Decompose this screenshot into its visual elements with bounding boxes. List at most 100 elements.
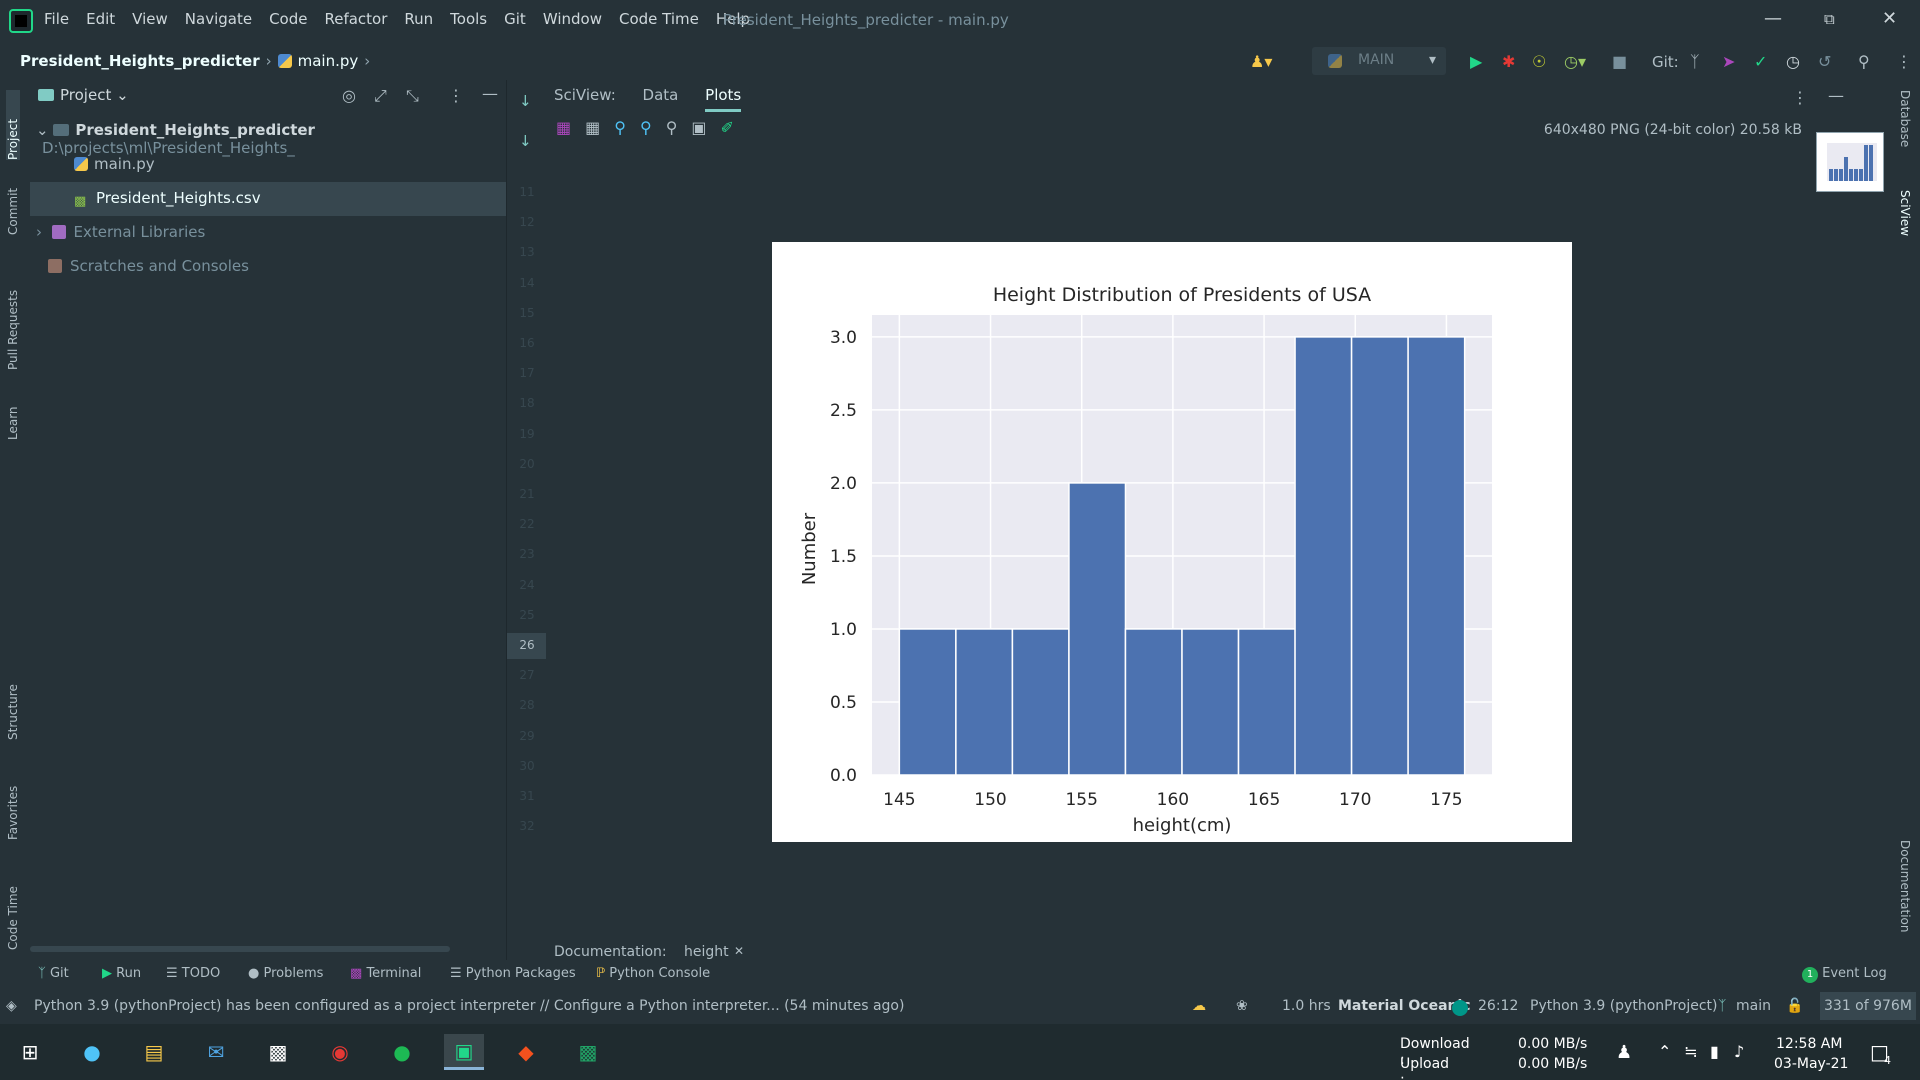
- stop-icon[interactable]: ■: [1612, 52, 1627, 71]
- chevron-down-icon[interactable]: ⌄: [116, 86, 129, 104]
- tab-git[interactable]: ᛉ Git: [38, 966, 69, 981]
- chrome-icon[interactable]: ◉: [320, 1034, 360, 1070]
- expand-all-icon[interactable]: ⤢: [374, 86, 387, 106]
- tab-python-console[interactable]: ℙ Python Console: [596, 966, 710, 981]
- tree-root[interactable]: ⌄ President_Heights_predicter D:\project…: [30, 114, 506, 157]
- chevron-right-icon[interactable]: ›: [36, 223, 42, 241]
- zoom-in-icon[interactable]: ⚲: [614, 118, 626, 137]
- tree-item-csv[interactable]: ▩ President_Heights.csv: [30, 182, 506, 216]
- coverage-icon[interactable]: ☉: [1532, 52, 1546, 71]
- documentation-tab[interactable]: height: [684, 944, 729, 960]
- menu-refactor[interactable]: Refactor: [324, 10, 387, 28]
- project-panel-title[interactable]: Project: [60, 86, 111, 104]
- interpreter[interactable]: Python 3.9 (pythonProject): [1530, 998, 1718, 1014]
- tool-favorites[interactable]: Favorites: [6, 760, 20, 840]
- options-icon[interactable]: ⋮: [448, 86, 464, 105]
- windows-start-icon[interactable]: ⊞: [10, 1034, 50, 1070]
- breadcrumb-project[interactable]: President_Heights_predicter: [20, 52, 260, 70]
- tool-project[interactable]: Project: [6, 90, 20, 160]
- clock-time[interactable]: 12:58 AM: [1776, 1036, 1842, 1052]
- fit-icon[interactable]: ▣: [691, 118, 706, 137]
- status-message[interactable]: Python 3.9 (pythonProject) has been conf…: [34, 998, 904, 1014]
- breadcrumb-file[interactable]: main.py: [298, 52, 359, 70]
- menu-file[interactable]: File: [44, 10, 69, 28]
- tool-code-time[interactable]: Code Time: [6, 860, 20, 950]
- plot-image[interactable]: Height Distribution of Presidents of USA…: [772, 242, 1572, 842]
- cloud-warning-icon[interactable]: ☁: [1192, 998, 1206, 1014]
- battery-icon[interactable]: ▮: [1710, 1042, 1719, 1061]
- locate-icon[interactable]: ◎: [342, 86, 356, 105]
- color-picker-icon[interactable]: ✐: [721, 118, 734, 137]
- tab-event-log[interactable]: 1 Event Log: [1802, 966, 1887, 983]
- menu-run[interactable]: Run: [404, 10, 433, 28]
- plot-thumbnail[interactable]: [1816, 132, 1884, 192]
- tool-documentation[interactable]: Documentation: [1898, 840, 1912, 950]
- arrow-down-icon[interactable]: ↓: [519, 132, 532, 150]
- run-icon[interactable]: ▶: [1470, 52, 1482, 71]
- tool-structure[interactable]: Structure: [6, 660, 20, 740]
- tree-external-libraries[interactable]: › External Libraries: [30, 216, 506, 250]
- tab-python-packages[interactable]: ☰ Python Packages: [450, 966, 576, 981]
- run-configuration-select[interactable]: MAIN ▾: [1312, 47, 1446, 75]
- hide-panel-icon[interactable]: —: [1828, 86, 1844, 105]
- chevron-up-icon[interactable]: ⌃: [1658, 1042, 1671, 1061]
- tab-problems[interactable]: ● Problems: [248, 966, 323, 981]
- rollback-icon[interactable]: ↺: [1818, 52, 1831, 71]
- menu-git[interactable]: Git: [504, 10, 526, 28]
- profile-icon[interactable]: ◷▾: [1564, 52, 1586, 71]
- tool-pull-requests[interactable]: Pull Requests: [6, 270, 20, 370]
- menu-navigate[interactable]: Navigate: [185, 10, 252, 28]
- git-push-icon[interactable]: ➤: [1722, 52, 1735, 71]
- options-icon[interactable]: ⋮: [1792, 88, 1808, 107]
- git-branch[interactable]: main: [1736, 998, 1771, 1014]
- volume-icon[interactable]: ♪: [1734, 1042, 1744, 1061]
- tab-terminal[interactable]: ▩ Terminal: [350, 966, 421, 981]
- more-icon[interactable]: ⋮: [1896, 52, 1912, 71]
- actual-size-icon[interactable]: ⚲: [666, 118, 678, 137]
- history-icon[interactable]: ◷: [1786, 52, 1800, 71]
- tool-database[interactable]: Database: [1898, 90, 1912, 170]
- users-icon[interactable]: ♟▾: [1250, 52, 1272, 71]
- cursor-position[interactable]: 26:12: [1478, 998, 1518, 1014]
- time-tracked[interactable]: 1.0 hrs: [1282, 998, 1331, 1014]
- menu-tools[interactable]: Tools: [450, 10, 487, 28]
- pycharm-taskbar-icon[interactable]: ▣: [444, 1034, 484, 1070]
- tab-plots[interactable]: Plots: [705, 86, 742, 112]
- close-icon[interactable]: ✕: [1882, 8, 1897, 29]
- tool-commit[interactable]: Commit: [6, 175, 20, 235]
- tab-data[interactable]: Data: [643, 86, 679, 104]
- menu-view[interactable]: View: [132, 10, 168, 28]
- arrow-down-icon[interactable]: ↓: [519, 92, 532, 110]
- tool-learn[interactable]: Learn: [6, 390, 20, 440]
- chevron-down-icon[interactable]: ⌄: [36, 121, 49, 139]
- tab-run[interactable]: ▶ Run: [102, 966, 141, 981]
- theme-name[interactable]: Material Oceanic: [1338, 998, 1471, 1014]
- menu-edit[interactable]: Edit: [86, 10, 115, 28]
- clock-date[interactable]: 03-May-21: [1774, 1056, 1848, 1072]
- git-update-icon[interactable]: ᛉ: [1690, 52, 1700, 71]
- restore-icon[interactable]: ⧉: [1824, 10, 1835, 28]
- excel-icon[interactable]: ▩: [568, 1034, 608, 1070]
- spotify-icon[interactable]: ●: [382, 1034, 422, 1070]
- minimize-icon[interactable]: —: [1764, 8, 1782, 29]
- close-icon[interactable]: ✕: [734, 944, 744, 958]
- horizontal-scrollbar[interactable]: [30, 946, 450, 952]
- chessboard-icon[interactable]: ▦: [556, 118, 571, 137]
- debug-icon[interactable]: ✱: [1502, 52, 1515, 71]
- mail-icon[interactable]: ✉: [196, 1034, 236, 1070]
- tree-item-main-py[interactable]: main.py: [30, 148, 506, 182]
- hide-panel-icon[interactable]: —: [482, 84, 498, 103]
- git-gui-icon[interactable]: ◆: [506, 1034, 546, 1070]
- grid-icon[interactable]: ▦: [585, 118, 600, 137]
- lock-icon[interactable]: 🔓: [1786, 998, 1803, 1014]
- tree-scratches[interactable]: Scratches and Consoles: [30, 250, 506, 284]
- git-commit-icon[interactable]: ✓: [1754, 52, 1767, 71]
- search-icon[interactable]: ⚲: [1858, 52, 1870, 71]
- zoom-out-icon[interactable]: ⚲: [640, 118, 652, 137]
- store-icon[interactable]: ▩: [258, 1034, 298, 1070]
- file-explorer-icon[interactable]: ▤: [134, 1034, 174, 1070]
- menu-window[interactable]: Window: [543, 10, 602, 28]
- paw-icon[interactable]: ❀: [1236, 998, 1248, 1014]
- menu-code[interactable]: Code: [269, 10, 307, 28]
- tool-sciview[interactable]: SciView: [1898, 190, 1912, 270]
